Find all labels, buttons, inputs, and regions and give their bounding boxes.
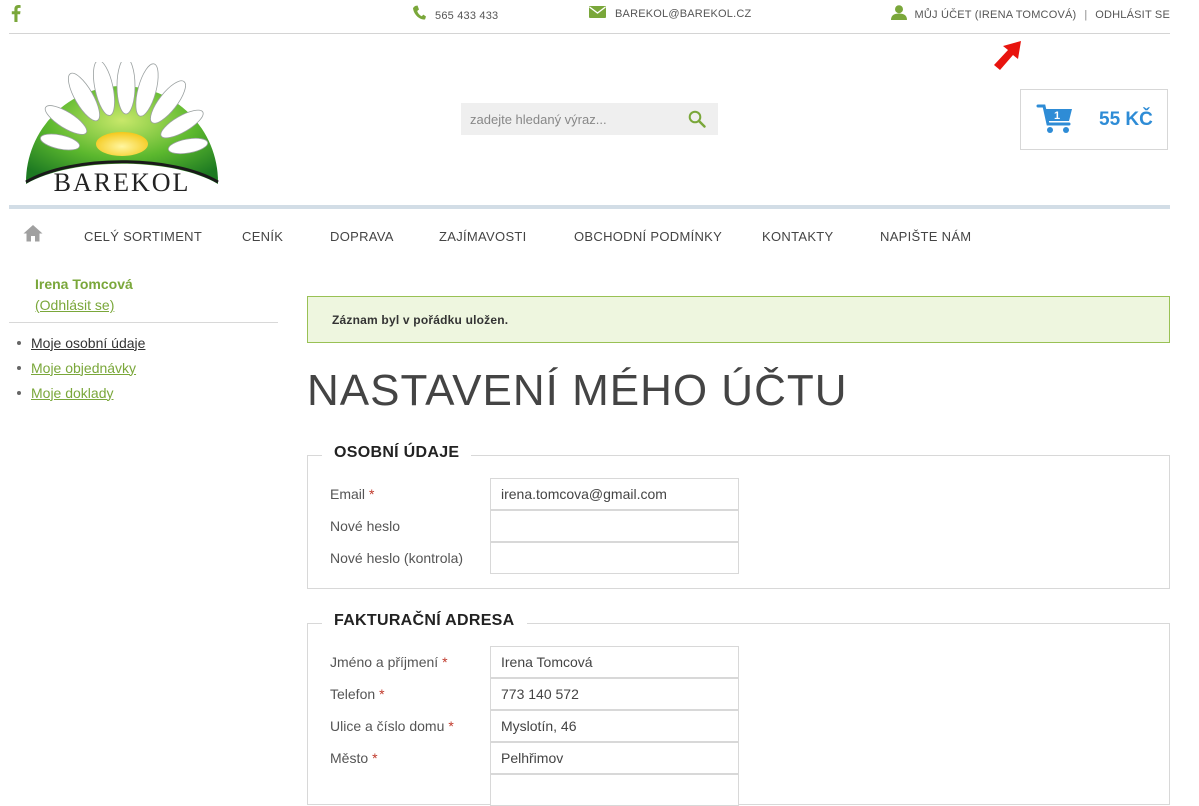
sidebar-item-orders: Moje objednávky (17, 355, 145, 380)
main-nav: CELÝ SORTIMENT CENÍK DOPRAVA ZAJÍMAVOSTI… (9, 210, 1170, 260)
user-icon (890, 5, 907, 25)
sidebar-item-personal: Moje osobní údaje (17, 330, 145, 355)
city-label: Město * (330, 750, 378, 766)
account-separator: | (1084, 9, 1088, 21)
cart-widget[interactable]: 1 55 KČ (1020, 89, 1168, 150)
page-title: NASTAVENÍ MÉHO ÚČTU (307, 366, 848, 415)
city-field[interactable] (490, 742, 739, 774)
email-field[interactable] (490, 478, 739, 510)
next-field[interactable] (490, 774, 739, 806)
email-address: BAREKOL@BAREKOL.CZ (615, 8, 752, 20)
success-alert: Záznam byl v pořádku uložen. (307, 296, 1170, 343)
form-row-phone: Telefon * (308, 678, 1169, 710)
account-links: MŮJ ÚČET (IRENA TOMCOVÁ) | ODHLÁSIT SE (890, 5, 1170, 25)
search-icon[interactable] (688, 110, 706, 128)
sidebar-user-name: Irena Tomcová (35, 276, 133, 292)
phone-field[interactable] (490, 678, 739, 710)
nav-item-napiste-nam[interactable]: NAPIŠTE NÁM (880, 229, 971, 244)
form-row-city: Město * (308, 742, 1169, 774)
cart-icon: 1 (1036, 102, 1076, 141)
cart-price: 55 KČ (1099, 109, 1153, 130)
nav-item-zajimavosti[interactable]: ZAJÍMAVOSTI (439, 229, 527, 244)
password-confirm-label: Nové heslo (kontrola) (330, 550, 464, 566)
email-label: Email * (330, 486, 375, 502)
billing-legend: FAKTURAČNÍ ADRESA (322, 612, 527, 630)
cart-count: 1 (1054, 110, 1060, 122)
phone-icon (412, 5, 426, 26)
mail-icon (589, 5, 606, 23)
phone-label: Telefon * (330, 686, 385, 702)
sidebar-logout-link[interactable]: (Odhlásit se) (35, 297, 114, 313)
password-confirm-field[interactable] (490, 542, 739, 574)
sidebar-menu: Moje osobní údaje Moje objednávky Moje d… (17, 330, 145, 405)
red-arrow-up-icon (991, 37, 1025, 78)
email-contact[interactable]: BAREKOL@BAREKOL.CZ (589, 5, 751, 23)
top-bar: 565 433 433 BAREKOL@BAREKOL.CZ MŮJ ÚČET … (9, 0, 1170, 34)
nav-item-kontakty[interactable]: KONTAKTY (762, 229, 834, 244)
nav-item-cenik[interactable]: CENÍK (242, 229, 283, 244)
billing-fieldset: FAKTURAČNÍ ADRESA Jméno a příjmení* Tele… (307, 612, 1170, 806)
sidebar-item-documents: Moje doklady (17, 380, 145, 405)
sidebar-divider (9, 322, 278, 323)
nav-item-obchodni-podminky[interactable]: OBCHODNÍ PODMÍNKY (574, 229, 722, 244)
success-alert-text: Záznam byl v pořádku uložen. (332, 313, 509, 327)
phone-contact[interactable]: 565 433 433 (412, 5, 498, 26)
personal-legend: OSOBNÍ ÚDAJE (322, 444, 472, 462)
sidebar-link-personal[interactable]: Moje osobní údaje (31, 335, 145, 351)
nav-item-doprava[interactable]: DOPRAVA (330, 229, 394, 244)
street-field[interactable] (490, 710, 739, 742)
name-field[interactable] (490, 646, 739, 678)
sidebar-link-documents[interactable]: Moje doklady (31, 385, 114, 401)
form-row-email: Email * (308, 478, 1169, 510)
facebook-icon[interactable] (11, 5, 21, 27)
search-input[interactable] (461, 103, 685, 135)
form-row-street: Ulice a číslo domu * (308, 710, 1169, 742)
home-icon[interactable] (23, 224, 43, 244)
form-row-name: Jméno a příjmení * (308, 646, 1169, 678)
personal-fieldset: OSOBNÍ ÚDAJE Email* Nové heslo Nové hesl… (307, 444, 1170, 589)
nav-item-cely-sortiment[interactable]: CELÝ SORTIMENT (84, 229, 202, 244)
logo-text: BAREKOL (54, 168, 191, 197)
my-account-link[interactable]: MŮJ ÚČET (IRENA TOMCOVÁ) (915, 9, 1077, 21)
form-row-password-confirm: Nové heslo (kontrola) (308, 542, 1169, 574)
header-divider (9, 205, 1170, 209)
name-label: Jméno a příjmení * (330, 654, 448, 670)
form-row-next (308, 774, 1169, 806)
phone-number: 565 433 433 (435, 9, 499, 22)
search-box (461, 103, 718, 135)
new-password-field[interactable] (490, 510, 739, 542)
street-label: Ulice a číslo domu * (330, 718, 454, 734)
sidebar-link-orders[interactable]: Moje objednávky (31, 360, 136, 376)
form-row-new-password: Nové heslo (308, 510, 1169, 542)
barekol-logo[interactable]: BAREKOL (22, 57, 222, 197)
logout-link[interactable]: ODHLÁSIT SE (1095, 9, 1170, 21)
new-password-label: Nové heslo (330, 518, 401, 534)
